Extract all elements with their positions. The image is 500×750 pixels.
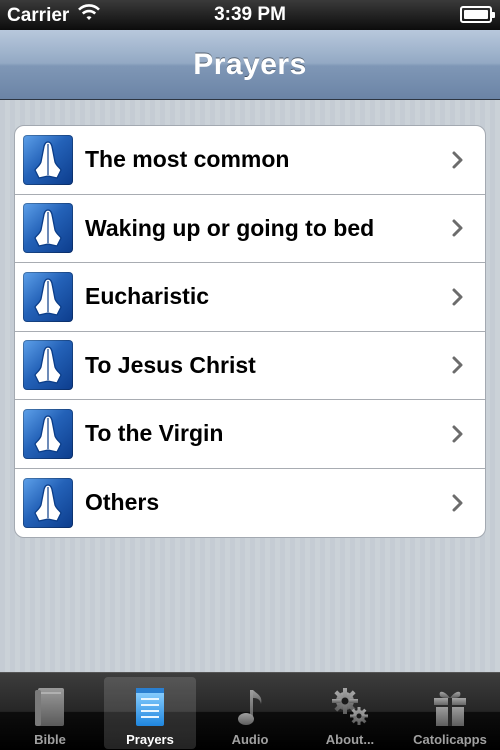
list-item-label: Waking up or going to bed <box>85 214 375 241</box>
tab-about[interactable]: About... <box>300 673 400 750</box>
prayer-list: The most common Waking up or going to be… <box>14 125 486 538</box>
list-item-most-common[interactable]: The most common <box>15 126 485 195</box>
list-item-waking-up[interactable]: Waking up or going to bed <box>15 195 485 263</box>
praying-hands-icon <box>23 408 73 459</box>
list-item-virgin[interactable]: To the Virgin <box>15 400 485 469</box>
list-item-eucharistic[interactable]: Eucharistic <box>15 263 485 332</box>
praying-hands-icon <box>23 340 73 391</box>
chevron-right-icon <box>443 150 473 170</box>
list-item-label: To Jesus Christ <box>85 351 256 378</box>
battery-icon <box>460 6 495 23</box>
nav-bar: Prayers <box>0 30 500 100</box>
gift-icon <box>428 685 472 729</box>
tab-label: Catolicapps <box>413 732 487 747</box>
gears-icon <box>328 685 372 729</box>
status-time: 3:39 PM <box>214 4 286 25</box>
tab-label: About... <box>325 732 375 747</box>
chevron-right-icon <box>443 218 473 238</box>
list-item-others[interactable]: Others <box>15 469 485 538</box>
chevron-right-icon <box>443 287 473 307</box>
chevron-right-icon <box>443 493 473 513</box>
music-note-icon <box>228 685 272 729</box>
page-title: Prayers <box>193 47 307 81</box>
tab-label: Audio <box>231 732 269 747</box>
list-item-label: Eucharistic <box>85 283 209 310</box>
list-item-jesus-christ[interactable]: To Jesus Christ <box>15 332 485 400</box>
tab-label: Prayers <box>126 732 174 747</box>
list-item-label: The most common <box>85 146 290 173</box>
tab-bible[interactable]: Bible <box>0 673 100 750</box>
book-icon <box>28 685 72 729</box>
battery-level <box>464 10 488 19</box>
tab-audio[interactable]: Audio <box>200 673 300 750</box>
notepad-icon <box>128 685 172 729</box>
tab-bar: Bible Prayers Audio About... Catolicapps <box>0 672 500 750</box>
content-area: The most common Waking up or going to be… <box>0 100 500 672</box>
list-item-label: Others <box>85 489 160 516</box>
chevron-right-icon <box>443 355 473 375</box>
tab-prayers[interactable]: Prayers <box>100 673 200 750</box>
praying-hands-icon <box>23 134 73 185</box>
praying-hands-icon <box>23 203 73 254</box>
chevron-right-icon <box>443 424 473 444</box>
tab-catolicapps[interactable]: Catolicapps <box>400 673 500 750</box>
praying-hands-icon <box>23 271 73 322</box>
list-item-label: To the Virgin <box>85 420 224 447</box>
praying-hands-icon <box>23 477 73 528</box>
tab-label: Bible <box>34 732 66 747</box>
status-bar: Carrier 3:39 PM <box>0 0 500 30</box>
